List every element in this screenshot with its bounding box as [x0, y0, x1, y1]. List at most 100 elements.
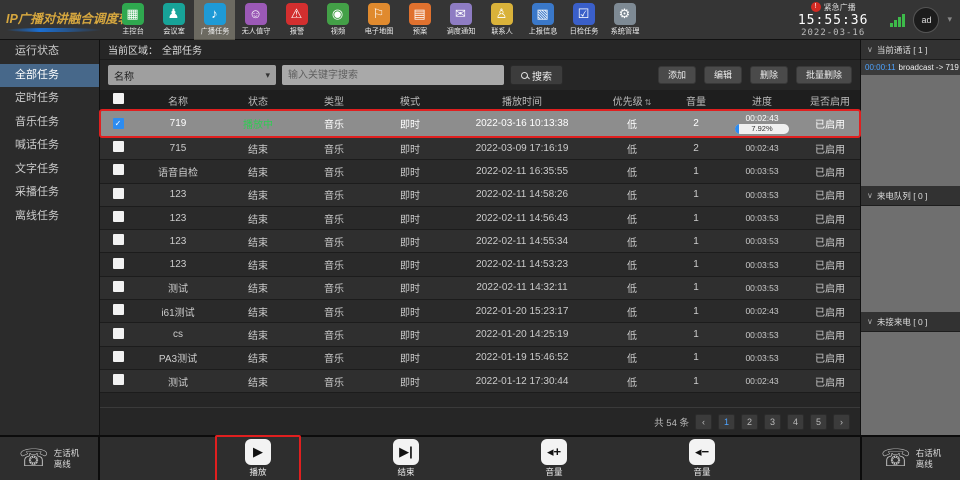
- chevron-down-icon: ∨: [867, 317, 873, 326]
- nav-item-unattended[interactable]: ☺ 无人值守: [235, 0, 276, 40]
- table-row[interactable]: PA3测试 结束 音乐 即时 2022-01-19 15:46:52 低 1 0…: [100, 347, 860, 370]
- cell-status: 结束: [220, 327, 296, 342]
- row-checkbox[interactable]: ✓: [113, 118, 124, 129]
- cell-play-time: 2022-02-11 14:58:26: [448, 189, 596, 200]
- call-section-header[interactable]: ∨ 当前通话 [ 1 ]: [861, 40, 960, 60]
- stop-button[interactable]: ▶| 结束: [363, 435, 449, 480]
- nav-item-broadcast-task[interactable]: ♪ 广播任务: [194, 0, 235, 40]
- cell-volume: 2: [668, 143, 724, 154]
- nav-item-contacts[interactable]: ♙ 联系人: [481, 0, 522, 40]
- table-row[interactable]: 测试 结束 音乐 即时 2022-02-11 14:32:11 低 1 00:0…: [100, 277, 860, 300]
- table-row[interactable]: i61测试 结束 音乐 即时 2022-01-20 15:23:17 低 1 0…: [100, 300, 860, 323]
- row-checkbox[interactable]: [113, 141, 124, 152]
- sidebar-item[interactable]: 定时任务: [0, 87, 99, 111]
- sort-icon[interactable]: ⇅: [645, 98, 652, 107]
- call-route: broadcast -> 719: [899, 63, 959, 72]
- table-row[interactable]: ✓ 719 播放中 音乐 即时 2022-03-16 10:13:38 低 2 …: [100, 110, 860, 137]
- table-row[interactable]: 语音自检 结束 音乐 即时 2022-02-11 16:35:55 低 1 00…: [100, 160, 860, 183]
- row-checkbox[interactable]: [113, 328, 124, 339]
- search-button[interactable]: 搜索: [510, 65, 563, 85]
- batch-delete-button[interactable]: 批量删除: [796, 66, 852, 84]
- edit-button[interactable]: 编辑: [704, 66, 742, 84]
- nav-item-report-info[interactable]: ▧ 上报信息: [522, 0, 563, 40]
- stop-icon: ▶|: [393, 439, 419, 465]
- sidebar-item[interactable]: 音乐任务: [0, 111, 99, 135]
- sidebar-item[interactable]: 文字任务: [0, 158, 99, 182]
- table-row[interactable]: cs 结束 音乐 即时 2022-01-20 14:25:19 低 1 00:0…: [100, 323, 860, 346]
- cell-type: 音乐: [296, 187, 372, 202]
- cell-mode: 即时: [372, 116, 448, 131]
- volume-up-icon: ◂+: [541, 439, 567, 465]
- sidebar-item[interactable]: 喊话任务: [0, 134, 99, 158]
- cell-progress: 00:03:53: [724, 236, 800, 246]
- sidebar-item[interactable]: 运行状态: [0, 40, 99, 64]
- cell-name: 语音自检: [136, 164, 220, 179]
- row-checkbox[interactable]: [113, 188, 124, 199]
- prev-page-button[interactable]: ‹: [695, 414, 712, 430]
- sidebar-item[interactable]: 全部任务: [0, 64, 99, 88]
- nav-item-label: 会议室: [163, 26, 185, 36]
- row-checkbox[interactable]: [113, 351, 124, 362]
- nav-item-e-map[interactable]: ⚐ 电子地图: [358, 0, 399, 40]
- left-phone-name: 左话机: [54, 448, 80, 458]
- nav-item-video[interactable]: ◉ 视频: [317, 0, 358, 40]
- clock-time: 15:55:36: [798, 13, 869, 28]
- left-phone-status[interactable]: ☏ 左话机 离线: [0, 437, 100, 480]
- left-phone-state: 离线: [54, 459, 71, 469]
- sidebar-item[interactable]: 离线任务: [0, 205, 99, 229]
- table-row[interactable]: 123 结束 音乐 即时 2022-02-11 14:53:23 低 1 00:…: [100, 253, 860, 276]
- table-row[interactable]: 测试 结束 音乐 即时 2022-01-12 17:30:44 低 1 00:0…: [100, 370, 860, 393]
- nav-item-plan[interactable]: ▤ 预案: [399, 0, 440, 40]
- cell-progress: 00:03:53: [724, 190, 800, 200]
- add-button[interactable]: 添加: [658, 66, 696, 84]
- nav-item-alarm[interactable]: ⚠ 报警: [276, 0, 317, 40]
- table-row[interactable]: 123 结束 音乐 即时 2022-02-11 14:58:26 低 1 00:…: [100, 184, 860, 207]
- call-section-body: [861, 206, 960, 312]
- cell-volume: 1: [668, 352, 724, 363]
- page-button[interactable]: 2: [741, 414, 758, 430]
- call-section-header[interactable]: ∨ 未接来电 [ 0 ]: [861, 312, 960, 332]
- column-header[interactable]: 优先级⇅: [596, 93, 668, 108]
- row-checkbox[interactable]: [113, 211, 124, 222]
- nav-item-system-mgmt[interactable]: ⚙ 系统管理: [604, 0, 645, 40]
- next-page-button[interactable]: ›: [833, 414, 850, 430]
- volume-down-button[interactable]: ◂− 音量: [659, 435, 745, 480]
- cell-play-time: 2022-02-11 14:55:34: [448, 236, 596, 247]
- play-button[interactable]: ▶ 播放: [215, 435, 301, 480]
- right-phone-status[interactable]: ☏ 右话机 离线: [860, 437, 960, 480]
- sidebar-item[interactable]: 采播任务: [0, 181, 99, 205]
- row-checkbox[interactable]: [113, 164, 124, 175]
- delete-button[interactable]: 删除: [750, 66, 788, 84]
- page-button[interactable]: 1: [718, 414, 735, 430]
- page-button[interactable]: 4: [787, 414, 804, 430]
- row-checkbox[interactable]: [113, 374, 124, 385]
- nav-item-console[interactable]: ▦ 主控台: [112, 0, 153, 40]
- play-icon: ▶: [245, 439, 271, 465]
- row-checkbox[interactable]: [113, 234, 124, 245]
- cell-priority: 低: [596, 116, 668, 131]
- row-checkbox[interactable]: [113, 281, 124, 292]
- row-checkbox[interactable]: [113, 258, 124, 269]
- cell-priority: 低: [596, 304, 668, 319]
- chevron-down-icon[interactable]: ▾: [947, 14, 952, 25]
- call-section-title: 来电队列 [ 0 ]: [877, 190, 928, 202]
- emergency-broadcast-indicator[interactable]: ! 紧急广播: [798, 2, 869, 13]
- call-section-header[interactable]: ∨ 来电队列 [ 0 ]: [861, 186, 960, 206]
- table-row[interactable]: 123 结束 音乐 即时 2022-02-11 14:56:43 低 1 00:…: [100, 207, 860, 230]
- table-row[interactable]: 123 结束 音乐 即时 2022-02-11 14:55:34 低 1 00:…: [100, 230, 860, 253]
- select-all-checkbox[interactable]: [113, 93, 124, 104]
- nav-item-daily-check[interactable]: ☑ 日检任务: [563, 0, 604, 40]
- nav-item-dispatch-notice[interactable]: ✉ 调度通知: [440, 0, 481, 40]
- search-input[interactable]: [282, 65, 504, 85]
- page-button[interactable]: 3: [764, 414, 781, 430]
- table-row[interactable]: 715 结束 音乐 即时 2022-03-09 17:16:19 低 2 00:…: [100, 137, 860, 160]
- nav-item-meeting-room[interactable]: ♟ 会议室: [153, 0, 194, 40]
- volume-up-button[interactable]: ◂+ 音量: [511, 435, 597, 480]
- avatar[interactable]: ad: [913, 7, 939, 33]
- call-entry[interactable]: 00:00:11 broadcast -> 719: [861, 60, 960, 75]
- row-checkbox[interactable]: [113, 304, 124, 315]
- filter-field-select[interactable]: 名称 ▾: [108, 65, 276, 85]
- cell-enabled: 已启用: [800, 116, 860, 131]
- cell-name: cs: [136, 329, 220, 340]
- page-button[interactable]: 5: [810, 414, 827, 430]
